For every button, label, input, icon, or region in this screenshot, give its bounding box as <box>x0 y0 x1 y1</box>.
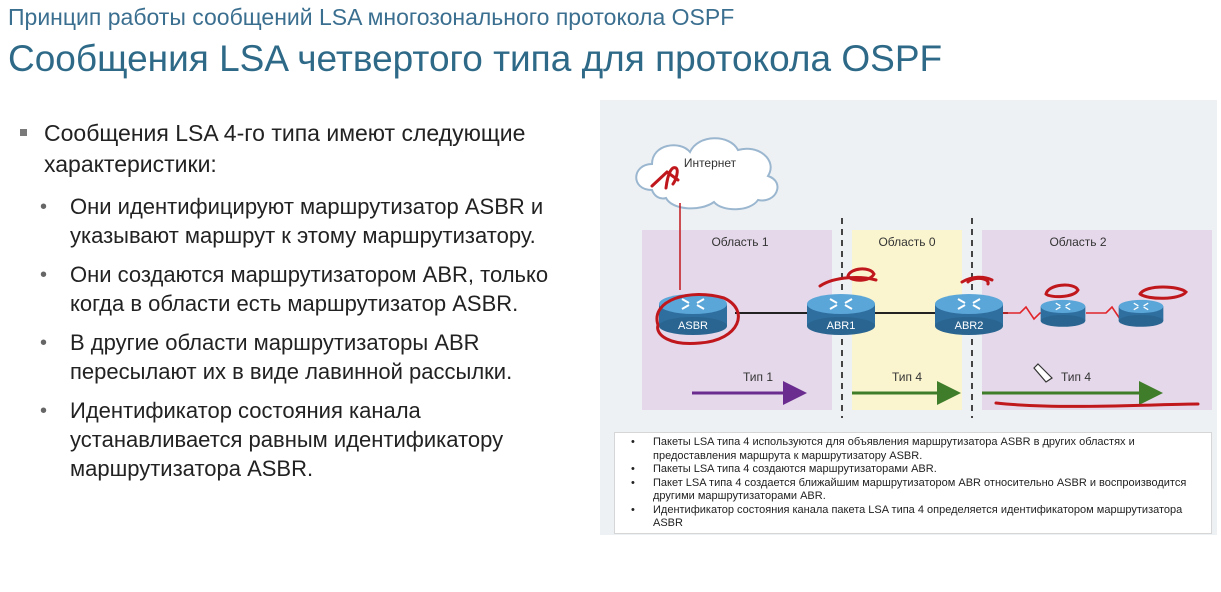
sub-bullet-list: • Они идентифицируют маршрутизатор ASBR и… <box>18 192 593 483</box>
dot-bullet-icon: • <box>631 503 635 516</box>
dot-bullet-icon: • <box>40 264 48 286</box>
ospf-diagram-panel: Область 1 Область 0 Область 2 Интернет A… <box>600 100 1217 535</box>
arrow-label: Тип 4 <box>892 370 922 384</box>
caption-item: • Пакет LSA типа 4 создается ближайшим ма… <box>615 477 1211 504</box>
area-label: Область 0 <box>878 235 935 249</box>
slide-title: Сообщения LSA четвертого типа для проток… <box>8 38 943 79</box>
caption-item: • Пакеты LSA типа 4 создаются маршрутизат… <box>615 463 1211 477</box>
dot-bullet-icon: • <box>631 476 635 489</box>
area-label: Область 1 <box>711 235 768 249</box>
caption-text: Пакеты LSA типа 4 создаются маршрутизато… <box>653 463 937 475</box>
sub-bullet-text: В другие области маршрутизаторы ABR пере… <box>70 330 513 384</box>
dot-bullet-icon: • <box>40 332 48 354</box>
router-label: ASBR <box>678 320 708 332</box>
sub-bullet: • Они создаются маршрутизатором ABR, толь… <box>18 260 593 318</box>
caption-text: Пакет LSA типа 4 создается ближайшим мар… <box>653 476 1187 503</box>
sub-bullet: • Они идентифицируют маршрутизатор ASBR и… <box>18 192 593 250</box>
arrow-label: Тип 1 <box>743 370 773 384</box>
diagram-caption: • Пакеты LSA типа 4 используются для объя… <box>614 432 1212 534</box>
sub-bullet: • В другие области маршрутизаторы ABR пер… <box>18 328 593 386</box>
network-diagram: Область 1 Область 0 Область 2 Интернет A… <box>635 137 1212 418</box>
caption-text: Идентификатор состояния канала пакета LS… <box>653 503 1183 530</box>
slide-subtitle: Принцип работы сообщений LSA многозональ… <box>8 4 735 30</box>
router-icon <box>1040 299 1086 328</box>
main-bullet-text: Сообщения LSA 4-го типа имеют следующие … <box>44 120 526 177</box>
sub-bullet-text: Идентификатор состояния канала устанавли… <box>70 398 504 481</box>
sub-bullet-text: Они идентифицируют маршрутизатор ASBR и … <box>70 194 544 248</box>
dot-bullet-icon: • <box>40 400 48 422</box>
bullet-content: Сообщения LSA 4-го типа имеют следующие … <box>18 118 593 493</box>
router-label: ABR1 <box>827 320 856 332</box>
cloud-label: Интернет <box>684 156 737 170</box>
internet-cloud-icon <box>635 137 779 211</box>
sub-bullet: • Идентификатор состояния канала устанавл… <box>18 396 593 483</box>
dot-bullet-icon: • <box>40 196 48 218</box>
dot-bullet-icon: • <box>631 463 635 475</box>
caption-item: • Идентификатор состояния канала пакета L… <box>615 504 1211 531</box>
router-icon <box>1118 299 1164 328</box>
caption-item: • Пакеты LSA типа 4 используются для объя… <box>615 436 1211 463</box>
dot-bullet-icon: • <box>631 436 635 448</box>
area-2-box <box>982 230 1212 410</box>
caption-text: Пакеты LSA типа 4 используются для объяв… <box>653 436 1135 462</box>
caption-list: • Пакеты LSA типа 4 используются для объя… <box>615 433 1211 531</box>
main-bullet: Сообщения LSA 4-го типа имеют следующие … <box>18 118 593 180</box>
arrow-label: Тип 4 <box>1061 370 1091 384</box>
router-label: ABR2 <box>955 320 984 332</box>
area-label: Область 2 <box>1049 235 1106 249</box>
sub-bullet-text: Они создаются маршрутизатором ABR, тольк… <box>70 262 549 316</box>
square-bullet-icon <box>20 129 27 136</box>
